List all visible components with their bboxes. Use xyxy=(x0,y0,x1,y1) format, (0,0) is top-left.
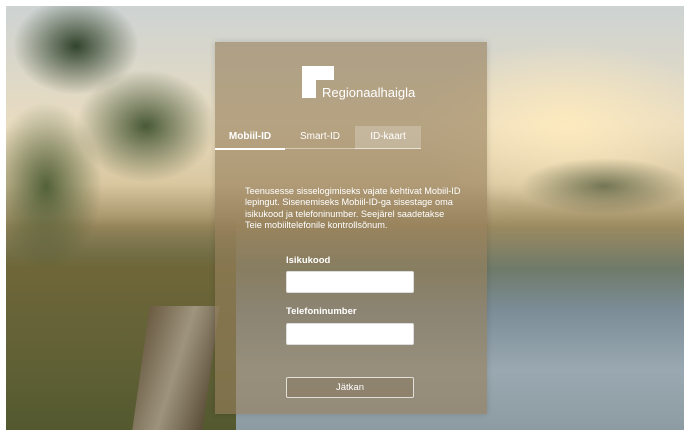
brand-name: Regionaalhaigla xyxy=(322,85,416,100)
brand-logo: Regionaalhaigla xyxy=(302,66,422,102)
tab-id-kaart[interactable]: ID-kaart xyxy=(355,126,421,149)
login-instructions: Teenusesse sisselogimiseks vajate kehtiv… xyxy=(245,186,461,230)
background-forest xyxy=(484,146,684,226)
login-page: Regionaalhaigla Mobiil-ID Smart-ID ID-ka… xyxy=(6,6,684,430)
personal-code-label: Isikukood xyxy=(286,255,331,266)
continue-button[interactable]: Jätkan xyxy=(286,377,414,398)
tab-mobiil-id[interactable]: Mobiil-ID xyxy=(215,126,285,150)
login-panel: Regionaalhaigla Mobiil-ID Smart-ID ID-ka… xyxy=(215,42,487,414)
auth-method-tabs: Mobiil-ID Smart-ID ID-kaart xyxy=(215,126,487,150)
phone-label: Telefoninumber xyxy=(286,306,357,317)
tab-smart-id[interactable]: Smart-ID xyxy=(285,126,355,149)
phone-input[interactable] xyxy=(286,323,414,345)
personal-code-input[interactable] xyxy=(286,271,414,293)
